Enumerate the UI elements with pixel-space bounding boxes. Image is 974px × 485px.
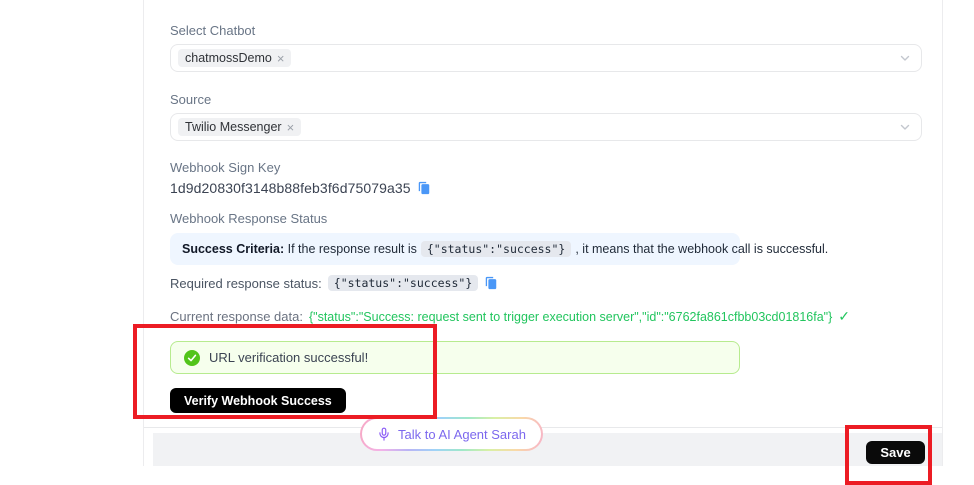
webhook-settings-page: Select Chatbot chatmossDemo × Source Twi… bbox=[0, 0, 974, 466]
copy-icon[interactable] bbox=[484, 276, 498, 290]
criteria-suffix-text: , it means that the webhook call is succ… bbox=[575, 242, 828, 256]
chatbot-label: Select Chatbot bbox=[170, 23, 255, 38]
success-criteria-info: Success Criteria: If the response result… bbox=[170, 233, 740, 265]
criteria-mid-text: If the response result is bbox=[288, 242, 417, 256]
current-response-row: Current response data: {"status":"Succes… bbox=[170, 308, 850, 325]
criteria-code: {"status":"success"} bbox=[421, 241, 571, 257]
chatbot-tag: chatmossDemo × bbox=[178, 49, 291, 67]
chevron-down-icon bbox=[899, 121, 911, 133]
sign-key-value: 1d9d20830f3148b88feb3f6d75079a35 bbox=[170, 180, 411, 196]
current-response-value: {"status":"Success: request sent to trig… bbox=[309, 310, 832, 324]
required-status-row: Required response status: {"status":"suc… bbox=[170, 275, 498, 291]
chatbot-tag-label: chatmossDemo bbox=[185, 51, 272, 65]
panel-left-border bbox=[143, 0, 144, 466]
source-label: Source bbox=[170, 92, 211, 107]
microphone-icon bbox=[377, 427, 391, 441]
source-select[interactable]: Twilio Messenger × bbox=[170, 113, 922, 141]
url-verification-alert: URL verification successful! bbox=[170, 341, 740, 374]
response-status-label: Webhook Response Status bbox=[170, 211, 327, 226]
save-button[interactable]: Save bbox=[866, 441, 925, 464]
success-circle-check-icon bbox=[184, 350, 200, 366]
required-status-label: Required response status: bbox=[170, 276, 322, 291]
sign-key-row: 1d9d20830f3148b88feb3f6d75079a35 bbox=[170, 180, 431, 196]
footer-strip bbox=[153, 433, 942, 466]
check-icon: ✓ bbox=[838, 308, 850, 325]
required-status-code: {"status":"success"} bbox=[328, 275, 478, 291]
panel-right-border bbox=[942, 0, 943, 466]
source-tag-label: Twilio Messenger bbox=[185, 120, 282, 134]
verify-webhook-button[interactable]: Verify Webhook Success bbox=[170, 388, 346, 413]
sign-key-label: Webhook Sign Key bbox=[170, 160, 280, 175]
talk-to-agent-label: Talk to AI Agent Sarah bbox=[398, 427, 526, 442]
source-tag: Twilio Messenger × bbox=[178, 118, 301, 136]
content-divider bbox=[144, 427, 942, 428]
chevron-down-icon bbox=[899, 52, 911, 64]
criteria-bold-text: Success Criteria: bbox=[182, 242, 284, 256]
talk-to-agent-button-inner: Talk to AI Agent Sarah bbox=[362, 419, 541, 449]
current-response-label: Current response data: bbox=[170, 309, 303, 324]
chatbot-tag-remove-icon[interactable]: × bbox=[277, 52, 285, 65]
chatbot-select[interactable]: chatmossDemo × bbox=[170, 44, 922, 72]
copy-icon[interactable] bbox=[417, 181, 431, 195]
source-tag-remove-icon[interactable]: × bbox=[287, 121, 295, 134]
talk-to-agent-button[interactable]: Talk to AI Agent Sarah bbox=[360, 417, 543, 451]
url-verification-text: URL verification successful! bbox=[209, 350, 368, 365]
